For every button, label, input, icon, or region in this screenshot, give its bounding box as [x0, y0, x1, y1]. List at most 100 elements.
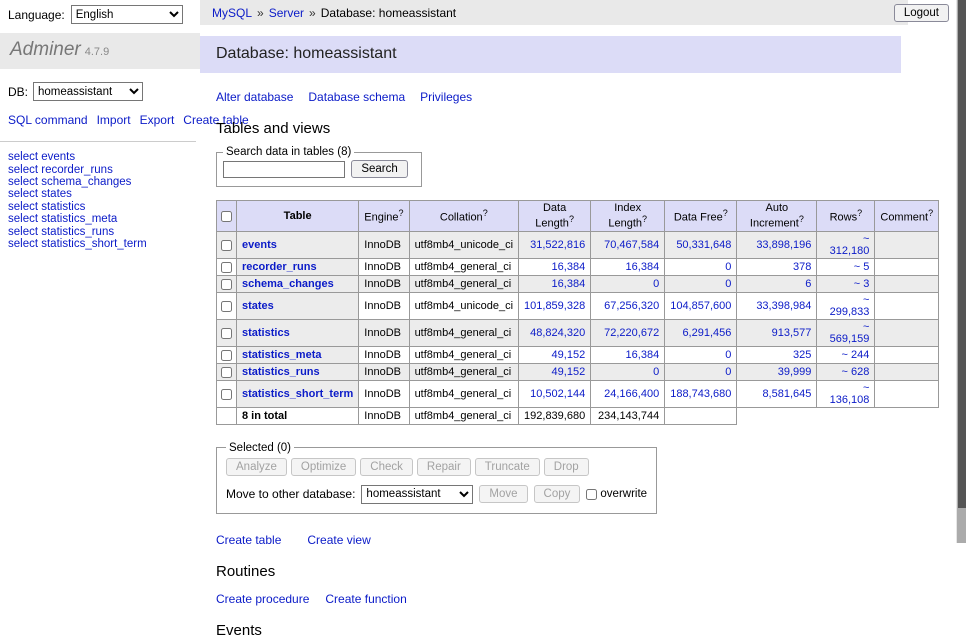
table-name-link[interactable]: statistics_runs	[242, 366, 320, 378]
sidebar-action-import[interactable]: Import	[97, 113, 131, 127]
column-help-link[interactable]: ?	[399, 208, 404, 218]
nav-link-database-schema[interactable]: Database schema	[308, 90, 405, 104]
table-name-link[interactable]: statistics_short_term	[242, 388, 353, 400]
column-help-link[interactable]: ?	[799, 214, 804, 224]
auto-increment-link[interactable]: 6	[805, 278, 811, 290]
logout-button[interactable]: Logout	[894, 4, 949, 22]
create-function-link[interactable]: Create function	[325, 592, 406, 606]
rows-link[interactable]: ~ 299,833	[830, 294, 870, 318]
data-length-link[interactable]: 16,384	[552, 261, 586, 273]
optimize-button[interactable]: Optimize	[291, 458, 356, 476]
column-help-link[interactable]: ?	[569, 214, 574, 224]
row-checkbox[interactable]	[221, 279, 232, 290]
breadcrumb-mysql-link[interactable]: MySQL	[212, 6, 252, 20]
rows-link[interactable]: ~ 5	[854, 261, 870, 273]
move-button[interactable]: Move	[479, 485, 527, 503]
table-name-link[interactable]: recorder_runs	[242, 261, 317, 273]
create-table-link[interactable]: Create table	[216, 533, 281, 547]
copy-button[interactable]: Copy	[534, 485, 581, 503]
data-length-link[interactable]: 101,859,328	[524, 300, 585, 312]
sidebar-table-link[interactable]: select statistics	[8, 201, 200, 213]
data-free-link[interactable]: 6,291,456	[682, 327, 731, 339]
language-select[interactable]: English	[71, 5, 183, 24]
data-length-link[interactable]: 49,152	[552, 349, 586, 361]
sidebar-table-link[interactable]: select events	[8, 151, 200, 163]
sidebar-table-link[interactable]: select statistics_short_term	[8, 238, 200, 250]
data-length-link[interactable]: 49,152	[552, 366, 586, 378]
data-free-link[interactable]: 0	[725, 349, 731, 361]
row-checkbox[interactable]	[221, 367, 232, 378]
rows-link[interactable]: ~ 569,159	[830, 321, 870, 345]
sidebar-table-link[interactable]: select statistics_meta	[8, 213, 200, 225]
sidebar-table-link[interactable]: select recorder_runs	[8, 164, 200, 176]
row-checkbox[interactable]	[221, 262, 232, 273]
column-help-link[interactable]: ?	[723, 208, 728, 218]
auto-increment-link[interactable]: 33,398,984	[756, 300, 811, 312]
create-procedure-link[interactable]: Create procedure	[216, 592, 309, 606]
create-view-link[interactable]: Create view	[307, 533, 370, 547]
rows-link[interactable]: ~ 244	[842, 349, 870, 361]
index-length-link[interactable]: 0	[653, 278, 659, 290]
drop-button[interactable]: Drop	[544, 458, 589, 476]
repair-button[interactable]: Repair	[417, 458, 471, 476]
scrollbar-thumb[interactable]	[958, 0, 966, 508]
data-length-link[interactable]: 10,502,144	[530, 388, 585, 400]
table-name-link[interactable]: statistics	[242, 327, 290, 339]
rows-link[interactable]: ~ 136,108	[830, 382, 870, 406]
sidebar-action-sql-command[interactable]: SQL command	[8, 113, 88, 127]
nav-link-alter-database[interactable]: Alter database	[216, 90, 293, 104]
index-length-link[interactable]: 24,166,400	[604, 388, 659, 400]
auto-increment-link[interactable]: 913,577	[772, 327, 812, 339]
check-button[interactable]: Check	[360, 458, 413, 476]
table-name-link[interactable]: states	[242, 300, 274, 312]
table-name-link[interactable]: statistics_meta	[242, 349, 322, 361]
data-free-link[interactable]: 104,857,600	[670, 300, 731, 312]
select-all-checkbox[interactable]	[221, 211, 232, 222]
move-database-select[interactable]: homeassistant	[361, 485, 473, 504]
sidebar-table-link[interactable]: select states	[8, 188, 200, 200]
index-length-link[interactable]: 72,220,672	[604, 327, 659, 339]
data-length-link[interactable]: 16,384	[552, 278, 586, 290]
data-free-link[interactable]: 0	[725, 278, 731, 290]
column-help-link[interactable]: ?	[483, 208, 488, 218]
row-checkbox[interactable]	[221, 389, 232, 400]
sidebar-action-export[interactable]: Export	[140, 113, 175, 127]
index-length-link[interactable]: 16,384	[626, 349, 660, 361]
data-free-link[interactable]: 188,743,680	[670, 388, 731, 400]
vertical-scrollbar[interactable]	[956, 0, 966, 543]
rows-link[interactable]: ~ 3	[854, 278, 870, 290]
rows-link[interactable]: ~ 628	[842, 366, 870, 378]
column-help-link[interactable]: ?	[642, 214, 647, 224]
auto-increment-link[interactable]: 325	[793, 349, 811, 361]
data-length-link[interactable]: 31,522,816	[530, 239, 585, 251]
data-free-link[interactable]: 0	[725, 261, 731, 273]
breadcrumb-server-link[interactable]: Server	[269, 6, 304, 20]
index-length-link[interactable]: 16,384	[626, 261, 660, 273]
row-checkbox[interactable]	[221, 328, 232, 339]
search-button[interactable]: Search	[351, 160, 407, 178]
index-length-link[interactable]: 67,256,320	[604, 300, 659, 312]
auto-increment-link[interactable]: 378	[793, 261, 811, 273]
overwrite-checkbox[interactable]	[586, 489, 597, 500]
sidebar-table-link[interactable]: select statistics_runs	[8, 226, 200, 238]
data-free-link[interactable]: 50,331,648	[676, 239, 731, 251]
auto-increment-link[interactable]: 8,581,645	[762, 388, 811, 400]
column-help-link[interactable]: ?	[928, 208, 933, 218]
row-checkbox[interactable]	[221, 301, 232, 312]
search-input[interactable]	[223, 161, 345, 178]
table-name-link[interactable]: events	[242, 239, 277, 251]
rows-link[interactable]: ~ 312,180	[830, 233, 870, 257]
analyze-button[interactable]: Analyze	[226, 458, 287, 476]
column-help-link[interactable]: ?	[857, 208, 862, 218]
table-name-link[interactable]: schema_changes	[242, 278, 334, 290]
sidebar-table-link[interactable]: select schema_changes	[8, 176, 200, 188]
data-free-link[interactable]: 0	[725, 366, 731, 378]
row-checkbox[interactable]	[221, 350, 232, 361]
auto-increment-link[interactable]: 39,999	[778, 366, 812, 378]
data-length-link[interactable]: 48,824,320	[530, 327, 585, 339]
row-checkbox[interactable]	[221, 240, 232, 251]
index-length-link[interactable]: 0	[653, 366, 659, 378]
db-select[interactable]: homeassistant	[33, 82, 143, 101]
auto-increment-link[interactable]: 33,898,196	[756, 239, 811, 251]
nav-link-privileges[interactable]: Privileges	[420, 90, 472, 104]
